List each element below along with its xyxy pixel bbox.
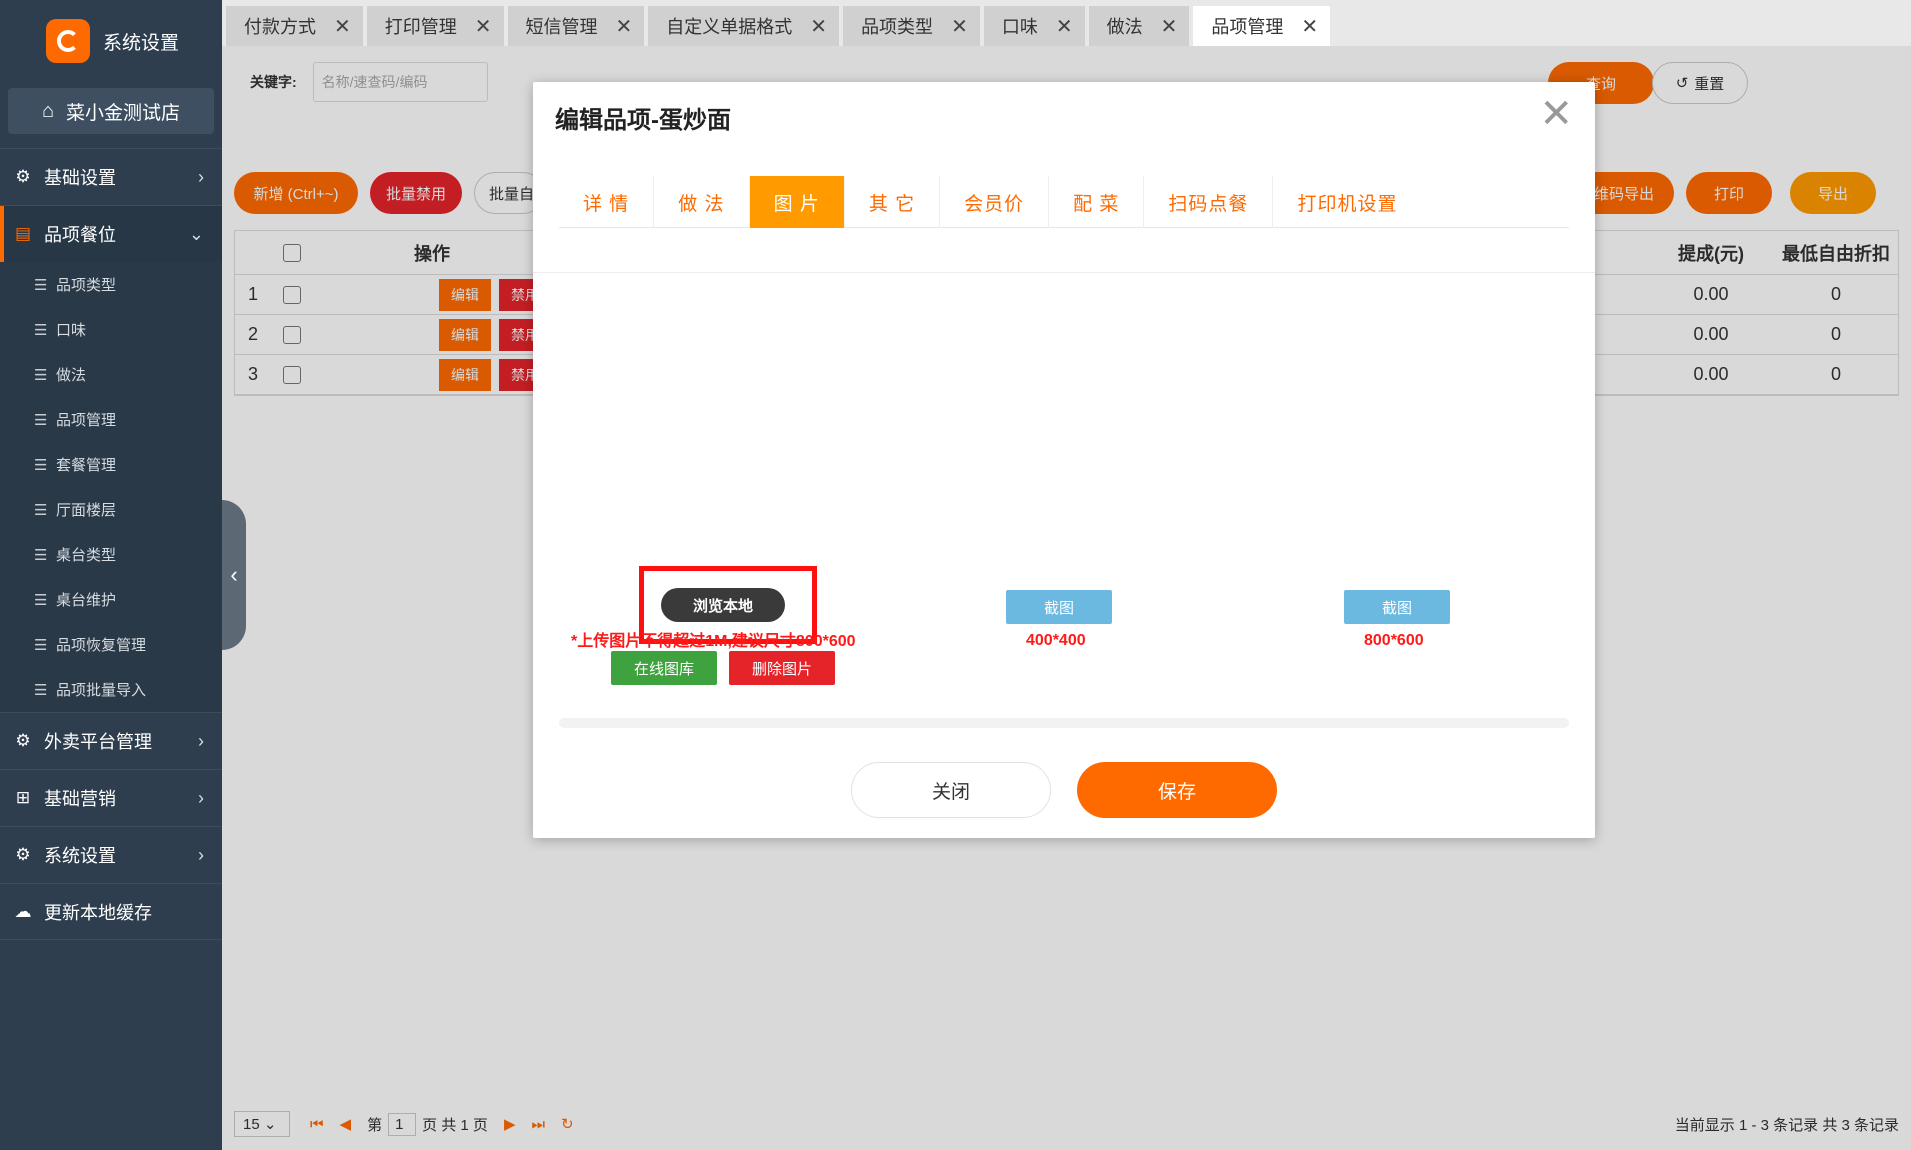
modal-title: 编辑品项-蛋炒面 [555, 107, 731, 134]
document-icon: ▤ [14, 224, 32, 243]
tab-other[interactable]: 其 它 [845, 176, 941, 228]
list-icon: ☰ [34, 321, 48, 339]
chevron-right-icon: › [198, 166, 204, 187]
gear-icon: ⚙ [15, 167, 31, 186]
cloud-icon: ☁ [14, 901, 32, 921]
tab-flavor[interactable]: 口味 ✕ [983, 6, 1085, 46]
store-icon: ⌂ [41, 99, 55, 122]
sidebar: 系统设置 ⌂ 菜小金测试店 ⚙ 基础设置 › ▤ 品项餐位 ⌄ ☰ 品项类型 ☰ 口… [0, 0, 222, 1150]
chevron-down-icon: ⌄ [188, 223, 204, 244]
tab-method[interactable]: 做法 ✕ [1088, 6, 1190, 46]
tab-sms[interactable]: 短信管理 ✕ [507, 6, 645, 46]
divider [533, 272, 1595, 273]
tab-print[interactable]: 打印管理 ✕ [366, 6, 504, 46]
sidebar-item-basic-settings[interactable]: ⚙ 基础设置 › [0, 148, 222, 205]
online-gallery-button[interactable]: 在线图库 [611, 651, 717, 685]
tab-custom-receipt[interactable]: 自定义单据格式 ✕ [648, 6, 840, 46]
list-icon: ☰ [34, 411, 48, 429]
sidebar-item-system-settings[interactable]: ⚙ 系统设置 › [0, 826, 222, 883]
sidebar-sub-table-maintenance[interactable]: ☰ 桌台维护 [0, 577, 222, 622]
gift-icon: ⊞ [15, 788, 31, 807]
modal-tabs: 详 情 做 法 图 片 其 它 会员价 配 菜 扫码点餐 打印机设置 [559, 176, 1569, 228]
sidebar-item-marketing[interactable]: ⊞ 基础营销 › [0, 769, 222, 826]
close-icon[interactable]: ✕ [1539, 94, 1573, 134]
sidebar-item-takeout[interactable]: ⚙ 外卖平台管理 › [0, 712, 222, 769]
list-icon: ☰ [34, 456, 48, 474]
settings-icon: ⚙ [15, 845, 31, 864]
sidebar-sub-combo-management[interactable]: ☰ 套餐管理 [0, 442, 222, 487]
close-icon[interactable]: ✕ [810, 14, 827, 39]
close-icon[interactable]: ✕ [951, 14, 968, 39]
chevron-right-icon: › [198, 787, 204, 808]
tab-details[interactable]: 详 情 [559, 176, 655, 228]
list-icon: ☰ [34, 366, 48, 384]
tab-method[interactable]: 做 法 [654, 176, 750, 228]
delete-image-button[interactable]: 删除图片 [729, 651, 835, 685]
logo-icon [46, 19, 90, 63]
tab-payment[interactable]: 付款方式 ✕ [226, 6, 363, 46]
sidebar-sub-item-management[interactable]: ☰ 品项管理 [0, 397, 222, 442]
close-icon[interactable]: ✕ [1301, 14, 1318, 39]
tab-scan-order[interactable]: 扫码点餐 [1144, 176, 1274, 228]
close-icon[interactable]: ✕ [616, 14, 633, 39]
chevron-left-icon: ‹ [230, 562, 238, 587]
sidebar-sub-item-recovery[interactable]: ☰ 品项恢复管理 [0, 622, 222, 667]
brand-title: 系统设置 [103, 32, 180, 54]
size-label-800: 800*600 [1364, 632, 1424, 649]
list-icon: ☰ [34, 681, 48, 699]
crop-button-400[interactable]: 截图 [1006, 590, 1112, 624]
tab-item-management[interactable]: 品项管理 ✕ [1193, 6, 1331, 46]
close-icon[interactable]: ✕ [1161, 14, 1178, 39]
list-icon: ☰ [34, 501, 48, 519]
sidebar-sub-floors[interactable]: ☰ 厅面楼层 [0, 487, 222, 532]
list-icon: ☰ [34, 546, 48, 564]
tab-item-types[interactable]: 品项类型 ✕ [843, 6, 980, 46]
tab-image[interactable]: 图 片 [749, 176, 845, 228]
brand: 系统设置 [0, 0, 222, 82]
list-icon: ☰ [34, 276, 48, 294]
save-button[interactable]: 保存 [1077, 762, 1277, 818]
tab-strip: 付款方式 ✕ 打印管理 ✕ 短信管理 ✕ 自定义单据格式 ✕ 品项类型 ✕ 口味 ✕ 做法 ✕… [222, 0, 1911, 46]
store-button[interactable]: ⌂ 菜小金测试店 [8, 88, 214, 134]
edit-item-modal: 编辑品项-蛋炒面 ✕ 详 情 做 法 图 片 其 它 会员价 配 菜 扫码点餐 … [533, 82, 1595, 838]
sidebar-sub-batch-import[interactable]: ☰ 品项批量导入 [0, 667, 222, 712]
close-icon[interactable]: ✕ [475, 14, 492, 39]
list-icon: ☰ [34, 591, 48, 609]
close-icon[interactable]: ✕ [334, 14, 351, 39]
sidebar-sub-flavor[interactable]: ☰ 口味 [0, 307, 222, 352]
chevron-right-icon: › [198, 844, 204, 865]
gear-icon: ⚙ [15, 731, 31, 750]
size-label-400: 400*400 [1026, 632, 1086, 649]
tab-side-dish[interactable]: 配 菜 [1049, 176, 1145, 228]
sidebar-sub-item-types[interactable]: ☰ 品项类型 [0, 262, 222, 307]
tab-member-price[interactable]: 会员价 [940, 176, 1050, 228]
crop-button-800[interactable]: 截图 [1344, 590, 1450, 624]
sidebar-sub-method[interactable]: ☰ 做法 [0, 352, 222, 397]
sidebar-item-items-seats[interactable]: ▤ 品项餐位 ⌄ [0, 205, 222, 262]
close-button[interactable]: 关闭 [851, 762, 1051, 818]
upload-hint: *上传图片不得超过1M,建议尺寸800*600 [571, 633, 856, 650]
tab-printer-settings[interactable]: 打印机设置 [1273, 176, 1421, 228]
upload-progress-bar [559, 718, 1569, 728]
store-name: 菜小金测试店 [66, 102, 181, 124]
list-icon: ☰ [34, 636, 48, 654]
sidebar-item-refresh-cache[interactable]: ☁ 更新本地缓存 [0, 883, 222, 940]
chevron-right-icon: › [198, 730, 204, 751]
sidebar-sub-table-types[interactable]: ☰ 桌台类型 [0, 532, 222, 577]
sidebar-collapse-button[interactable]: ‹ [222, 500, 246, 650]
close-icon[interactable]: ✕ [1056, 14, 1073, 39]
